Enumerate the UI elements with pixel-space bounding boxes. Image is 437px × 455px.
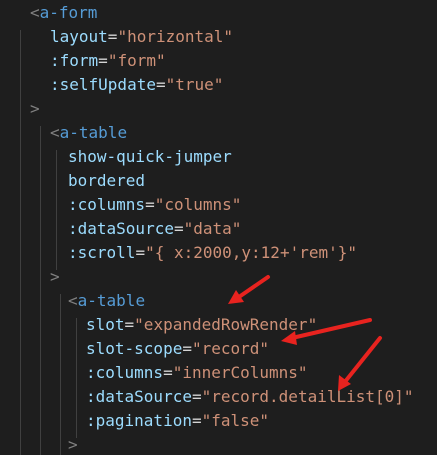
arrow-icon [281, 318, 372, 345]
code-editor[interactable]: <a-form layout="horizontal" :form="form"… [0, 0, 437, 455]
arrow-icon [338, 336, 382, 391]
annotation-arrows [228, 275, 382, 391]
arrow-icon [228, 275, 270, 304]
